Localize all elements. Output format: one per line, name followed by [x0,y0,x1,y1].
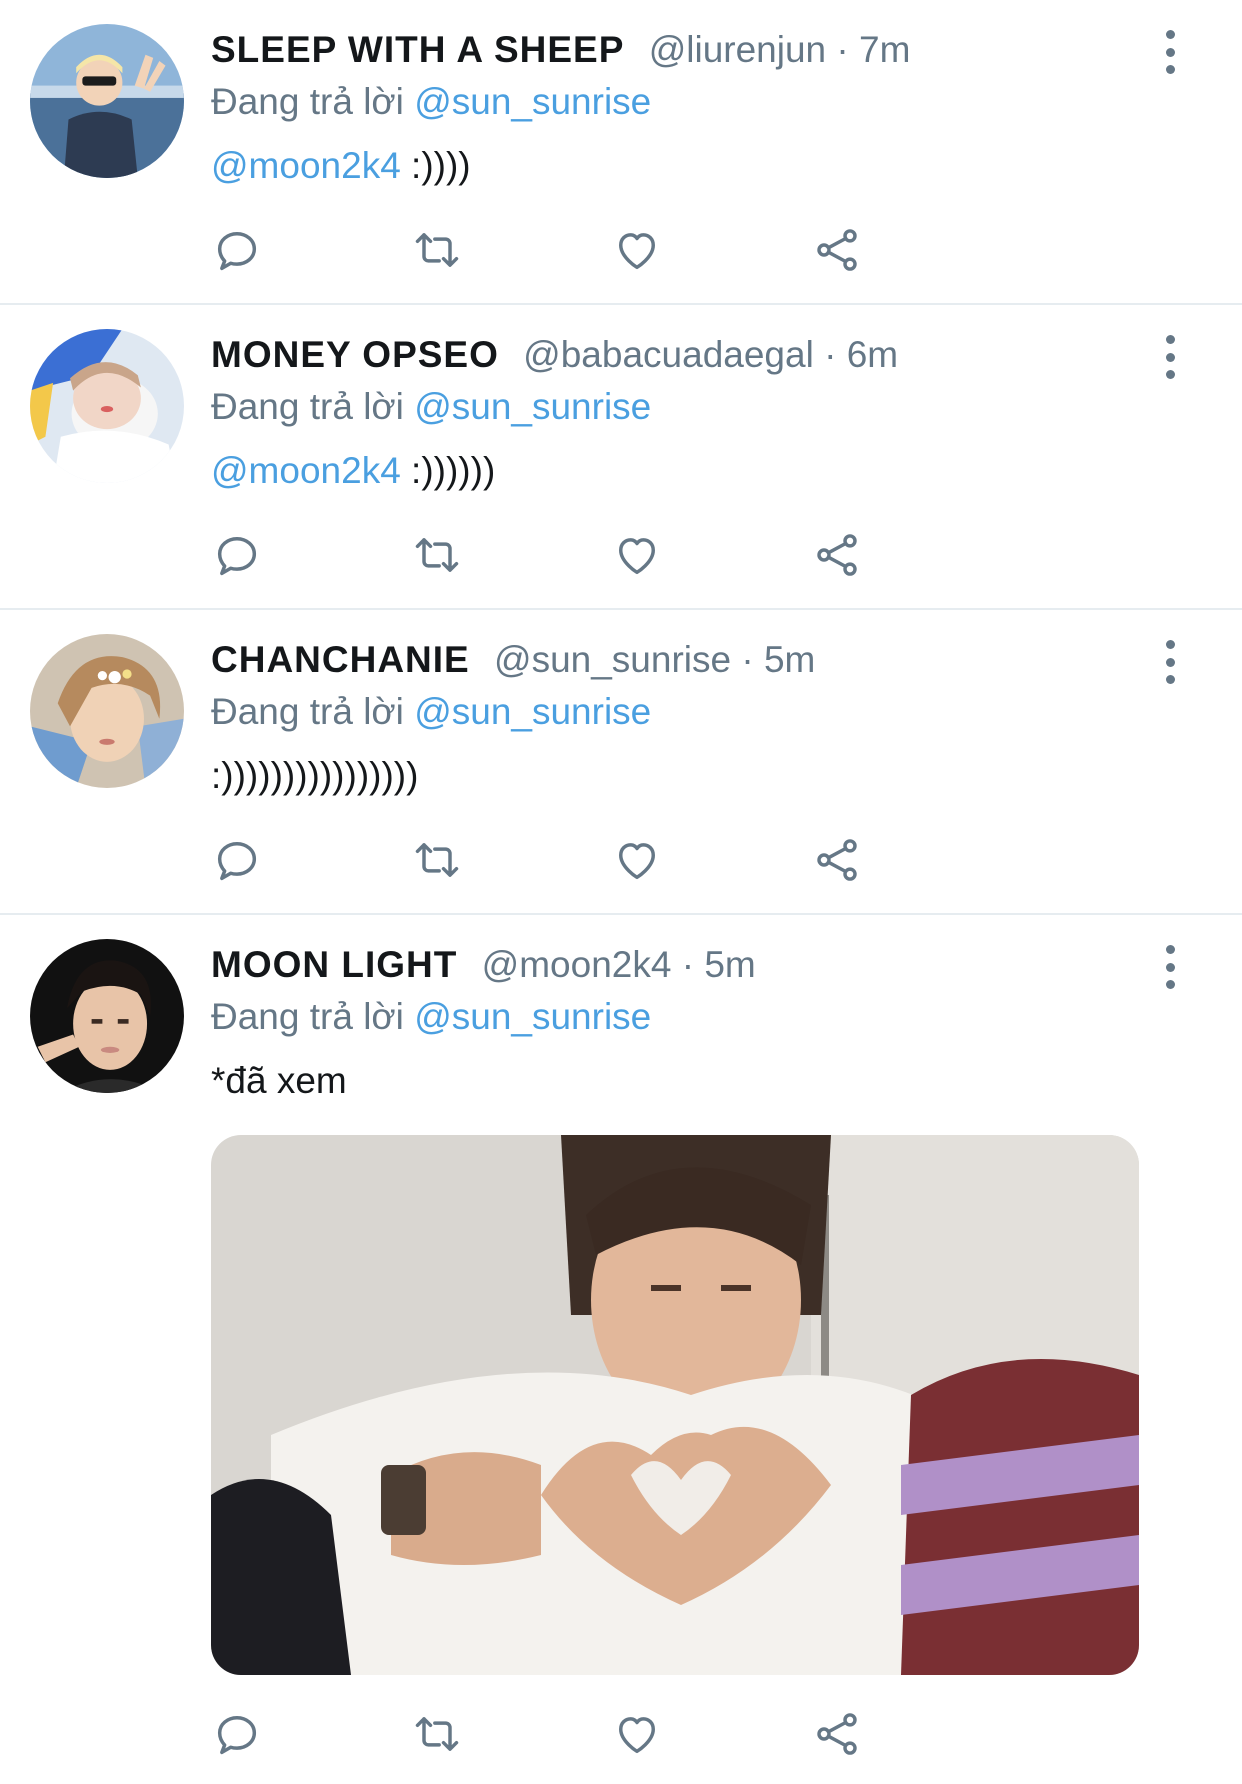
reply-button[interactable] [211,1706,411,1762]
like-button[interactable] [611,527,811,583]
tweet-text: @moon2k4 :)))))) [211,441,1182,501]
separator-dot: · [741,639,754,680]
replying-to-label: Đang trả lời [211,691,404,732]
replying-to-mention[interactable]: @sun_sunrise [414,996,651,1037]
reply-icon [217,1716,257,1755]
tweet-text: *đã xem [211,1051,1182,1111]
separator-dot: · [681,944,695,985]
tweet-header: SLEEP WITH A SHEEP @liurenjun · 7m [211,22,1182,78]
timestamp[interactable]: 6m [847,334,898,375]
display-name[interactable]: MOON LIGHT [211,944,457,985]
share-button[interactable] [811,1706,1011,1762]
like-button[interactable] [611,1706,811,1762]
replying-to: Đang trả lời @sun_sunrise [211,383,1182,431]
username[interactable]: @moon2k4 [482,944,672,985]
share-button[interactable] [811,832,1011,888]
replying-to-mention[interactable]: @sun_sunrise [414,691,651,732]
text-body: :)))))))))))))))) [211,755,419,796]
share-button[interactable] [811,527,1011,583]
avatar[interactable] [30,24,184,178]
text-body: *đã xem [211,1060,347,1101]
heart-icon [619,1717,655,1754]
heart-icon [619,538,655,575]
text-mention[interactable]: @moon2k4 [211,145,401,186]
tweet[interactable]: MONEY OPSEO @babacuadaegal · 6m Đang trả… [0,305,1242,610]
tweet-actions [211,1706,1011,1762]
replying-to-mention[interactable]: @sun_sunrise [414,386,651,427]
tweet-actions [211,832,1011,888]
heart-icon [619,843,655,880]
tweet-header: MOON LIGHT @moon2k4 · 5m [211,937,1182,993]
separator-dot: · [824,334,837,375]
share-icon [817,534,857,576]
retweet-button[interactable] [411,1706,611,1762]
avatar-image [30,939,184,1093]
avatar[interactable] [30,634,184,788]
replying-to-mention[interactable]: @sun_sunrise [414,81,651,122]
tweet-header: MONEY OPSEO @babacuadaegal · 6m [211,327,1182,383]
share-button[interactable] [811,222,1011,278]
display-name[interactable]: MONEY OPSEO [211,334,499,375]
tweet[interactable]: MOON LIGHT @moon2k4 · 5m Đang trả lời @s… [0,915,1242,1784]
retweet-icon [415,843,459,877]
tweet-text: @moon2k4 :)))) [211,136,1182,196]
like-button[interactable] [611,222,811,278]
replying-to-label: Đang trả lời [211,81,404,122]
replying-to: Đang trả lời @sun_sunrise [211,993,1182,1041]
share-icon [817,839,857,881]
text-mention[interactable]: @moon2k4 [211,450,401,491]
share-icon [817,1713,857,1755]
reply-button[interactable] [211,222,411,278]
avatar-image [30,329,184,483]
retweet-icon [415,538,459,572]
reply-button[interactable] [211,832,411,888]
timestamp[interactable]: 5m [764,639,815,680]
tweet-actions [211,222,1011,278]
reply-icon [217,232,257,271]
tweet-text: :)))))))))))))))) [211,746,1182,806]
tweet[interactable]: SLEEP WITH A SHEEP @liurenjun · 7m Đang … [0,0,1242,305]
more-vertical-icon[interactable] [1158,30,1182,74]
avatar[interactable] [30,329,184,483]
tweet-header: CHANCHANIE @sun_sunrise · 5m [211,632,1182,688]
replying-to-label: Đang trả lời [211,996,404,1037]
text-body: :)))) [400,145,471,186]
more-vertical-icon[interactable] [1158,640,1182,684]
share-icon [817,229,857,271]
avatar-image [30,634,184,788]
more-vertical-icon[interactable] [1158,335,1182,379]
reply-icon [217,842,257,881]
display-name[interactable]: CHANCHANIE [211,639,470,680]
retweet-button[interactable] [411,527,611,583]
timestamp[interactable]: 5m [704,944,755,985]
username[interactable]: @babacuadaegal [523,334,814,375]
heart-icon [619,233,655,270]
avatar-image [30,24,184,178]
avatar[interactable] [30,939,184,1093]
replying-to: Đang trả lời @sun_sunrise [211,78,1182,126]
photo-content [211,1135,1139,1675]
replying-to-label: Đang trả lời [211,386,404,427]
reply-icon [217,537,257,576]
tweet-actions [211,527,1011,583]
more-vertical-icon[interactable] [1158,945,1182,989]
like-button[interactable] [611,832,811,888]
separator-dot: · [836,29,849,70]
retweet-button[interactable] [411,832,611,888]
reply-feed: SLEEP WITH A SHEEP @liurenjun · 7m Đang … [0,0,1242,1784]
retweet-icon [415,1717,459,1751]
display-name[interactable]: SLEEP WITH A SHEEP [211,29,624,70]
tweet-media-image[interactable] [211,1135,1139,1675]
timestamp[interactable]: 7m [859,29,910,70]
tweet[interactable]: CHANCHANIE @sun_sunrise · 5m Đang trả lờ… [0,610,1242,915]
replying-to: Đang trả lời @sun_sunrise [211,688,1182,736]
retweet-icon [415,233,459,267]
retweet-button[interactable] [411,222,611,278]
username[interactable]: @sun_sunrise [494,639,731,680]
text-body: :)))))) [400,450,496,491]
username[interactable]: @liurenjun [649,29,826,70]
reply-button[interactable] [211,527,411,583]
